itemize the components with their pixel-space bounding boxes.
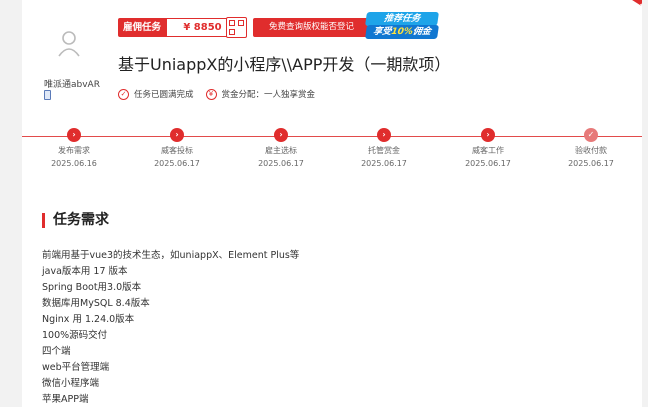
chevron-right-icon: › [170,128,184,142]
task-meta: ✓ 任务已圆满完成 ¥ 赏金分配：一人独享赏金 [118,87,315,101]
list-item: 数据库用MySQL 8.4版本 [42,298,150,309]
phone-verified-icon [44,90,51,100]
check-circle-icon: ✓ [118,88,129,100]
chevron-right-icon: › [377,128,391,142]
task-status: 任务已圆满完成 [134,90,194,100]
task-detail-card: 唯派通abvAR 雇佣任务 ¥ 8850 免费查询版权能否登记 推荐任务 享受1… [22,0,642,407]
list-item: 四个端 [42,346,71,357]
check-icon: ✓ [584,128,598,142]
timeline-step: ✓ 验收付款 2025.06.17 [568,128,614,168]
chevron-right-icon: › [274,128,288,142]
chevron-right-icon: › [67,128,81,142]
list-item: Spring Boot用3.0版本 [42,282,142,293]
list-item: web平台管理端 [42,362,110,373]
qrcode-icon[interactable] [226,17,247,38]
task-mode-badge: 雇佣任务 [118,18,166,37]
timeline-step: › 威客工作 2025.06.17 [465,128,511,168]
chevron-right-icon: › [481,128,495,142]
reward-distribution: 赏金分配：一人独享赏金 [221,90,316,100]
corner-ribbon[interactable]: 探秘 [584,0,642,36]
list-item: java版本用 17 版本 [42,266,128,277]
list-item: 微信小程序端 [42,378,100,389]
list-item: 苹果APP端 [42,394,89,405]
list-item: Nginx 用 1.24.0版本 [42,314,135,325]
timeline-step: › 发布需求 2025.06.16 [51,128,97,168]
reward-icon: ¥ [205,88,217,100]
requirements-heading: 任务需求 [42,213,109,228]
task-title: 基于UniappX的小程序\\APP开发（一期款项） [118,55,451,74]
timeline-step: › 托管赏金 2025.06.17 [361,128,407,168]
requirements-list: 前端用基于vue3的技术生态，如uniappX、Element Plus等 ja… [42,248,299,407]
user-avatar-icon[interactable] [58,30,80,58]
list-item: 100%源码交付 [42,330,108,341]
progress-timeline: › 发布需求 2025.06.16 › 威客投标 2025.06.17 › 雇主… [22,128,642,176]
timeline-step: › 威客投标 2025.06.17 [154,128,200,168]
timeline-step: › 雇主选标 2025.06.17 [258,128,304,168]
user-name[interactable]: 唯派通abvAR [44,77,100,90]
recommend-task-promo[interactable]: 推荐任务 享受10%佣金 [365,12,439,39]
list-item: 前端用基于vue3的技术生态，如uniappX、Element Plus等 [42,250,300,261]
free-copyright-query-button[interactable]: 免费查询版权能否登记 [253,18,370,37]
